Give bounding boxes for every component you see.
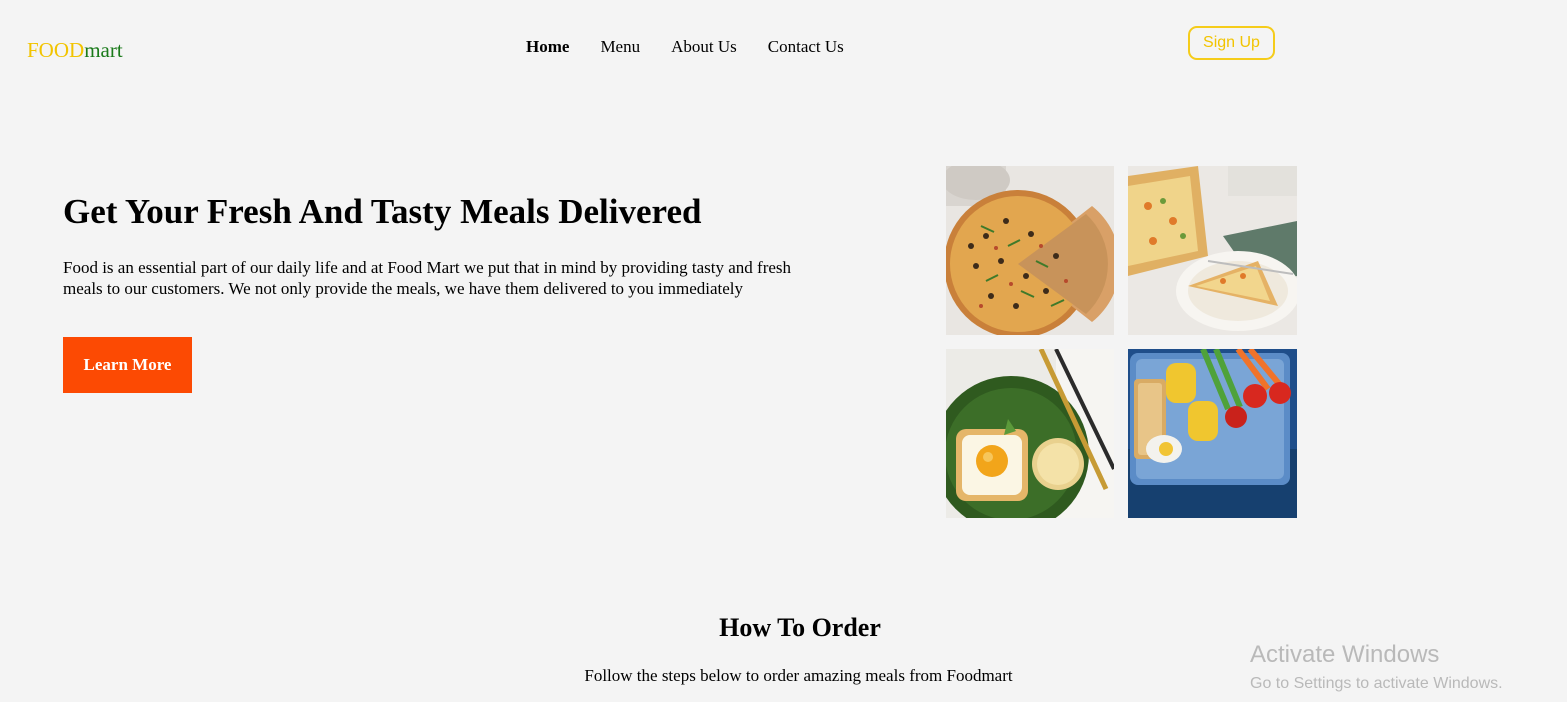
nav-home[interactable]: Home	[526, 37, 569, 57]
hero-description: Food is an essential part of our daily l…	[63, 258, 792, 298]
main-nav: Home Menu About Us Contact Us	[526, 37, 875, 57]
logo-part-food: FOOD	[27, 38, 85, 62]
nav-contact-us[interactable]: Contact Us	[768, 37, 844, 57]
quiche-image	[1128, 166, 1297, 335]
page: FOODmart Home Menu About Us Contact Us S…	[0, 0, 1567, 702]
activate-windows-subtitle: Go to Settings to activate Windows.	[1250, 675, 1503, 692]
egg-toast-image	[946, 349, 1114, 518]
logo-part-mart: mart	[84, 38, 123, 62]
how-to-order-title: How To Order	[719, 613, 881, 642]
activate-windows-title: Activate Windows	[1250, 641, 1440, 668]
sign-up-button[interactable]: Sign Up	[1188, 26, 1275, 60]
hero-title: Get Your Fresh And Tasty Meals Delivered	[63, 192, 702, 231]
lunchbox-image	[1128, 349, 1297, 518]
nav-about-us[interactable]: About Us	[671, 37, 737, 57]
learn-more-button[interactable]: Learn More	[63, 337, 192, 393]
pizza-image	[946, 166, 1114, 335]
nav-menu[interactable]: Menu	[600, 37, 640, 57]
logo[interactable]: FOODmart	[27, 38, 123, 62]
